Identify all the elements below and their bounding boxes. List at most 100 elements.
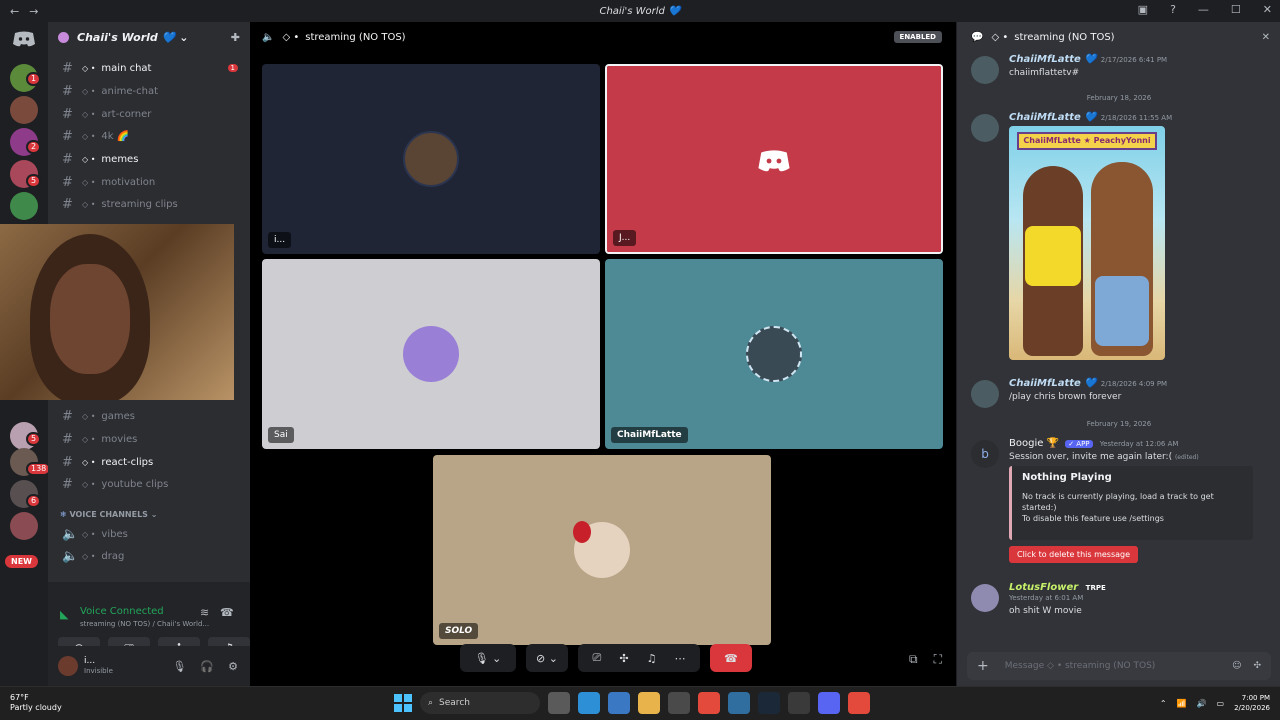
video-tile[interactable]: i... xyxy=(262,64,600,254)
avatar[interactable] xyxy=(971,380,999,408)
webcam-overlay xyxy=(0,224,234,400)
network-icon[interactable]: 📶 xyxy=(1177,699,1187,708)
disconnect-icon[interactable]: ☎ xyxy=(220,606,234,619)
chat-channel-name: streaming (NO TOS) xyxy=(1014,31,1115,43)
server-icon[interactable] xyxy=(10,512,38,540)
apps-icon[interactable]: ✣ xyxy=(1253,661,1261,671)
settings-gear-icon[interactable]: ⚙ xyxy=(228,660,238,673)
app-icon[interactable] xyxy=(788,692,810,714)
author-name[interactable]: LotusFlower xyxy=(1009,582,1078,593)
edge-icon[interactable] xyxy=(578,692,600,714)
mute-button[interactable]: 🎙 ⌄ xyxy=(460,644,516,672)
discord-icon[interactable] xyxy=(818,692,840,714)
clock-time: 7:00 PM xyxy=(1241,694,1270,702)
channel-label: vibes xyxy=(101,528,128,540)
windows-start-icon[interactable] xyxy=(394,694,412,712)
channel-memes[interactable]: # ◇ • memes xyxy=(56,149,246,169)
timestamp: 2/18/2026 4:09 PM xyxy=(1100,380,1168,388)
weather-widget[interactable]: 67°F Partly cloudy xyxy=(10,693,62,713)
add-attachment-icon[interactable]: + xyxy=(977,658,989,674)
close-icon[interactable]: ✕ xyxy=(1262,32,1270,43)
maximize-icon[interactable]: ☐ xyxy=(1231,3,1241,16)
help-icon[interactable]: ? xyxy=(1170,3,1176,16)
channel-streaming-clips[interactable]: # ◇ • streaming clips xyxy=(56,194,246,214)
video-tile-active[interactable]: J... xyxy=(605,64,943,254)
channel-main-chat[interactable]: # ◇ • main chat 1 xyxy=(56,58,246,78)
emoji-icon[interactable]: ☺ xyxy=(1232,661,1241,671)
inbox-icon[interactable]: ▣ xyxy=(1138,3,1148,16)
message[interactable]: ChaiiMfLatte 💙 2/18/2026 4:09 PM /play ch… xyxy=(971,378,1271,408)
fullscreen-icon[interactable]: ⛶ xyxy=(934,652,942,667)
clock[interactable]: 7:00 PM 2/20/2026 xyxy=(1234,693,1270,713)
screen-share-icon[interactable]: ⎚ xyxy=(593,651,602,665)
user-panel[interactable]: i... Invisible 🎙 🎧 ⚙ xyxy=(48,646,250,686)
author-name[interactable]: Boogie 🏆 xyxy=(1009,438,1059,449)
channel-motivation[interactable]: # ◇ • motivation xyxy=(56,172,246,192)
video-tile[interactable]: SOLO xyxy=(433,455,771,645)
voice-category[interactable]: ❄ VOICE CHANNELS ⌄ xyxy=(60,510,157,519)
chevron-up-icon[interactable]: ⌃ xyxy=(1160,699,1167,708)
channel-movies[interactable]: # ◇ • movies xyxy=(56,429,246,449)
channel-anime-chat[interactable]: # ◇ • anime-chat xyxy=(56,81,246,101)
task-view-icon[interactable] xyxy=(548,692,570,714)
hang-up-icon: ☎ xyxy=(724,651,738,665)
voice-channel-drag[interactable]: 🔈 ◇ • drag xyxy=(56,546,246,566)
message[interactable]: ChaiiMfLatte 💙 2/17/2026 6:41 PM chaiimfl… xyxy=(971,54,1271,84)
activities-icon[interactable]: ✣ xyxy=(619,652,628,665)
chrome-icon[interactable] xyxy=(848,692,870,714)
channel-4k[interactable]: # ◇ • 4k 🌈 xyxy=(56,126,246,146)
video-tile[interactable]: ChaiiMfLatte xyxy=(605,259,943,449)
volume-icon[interactable]: 🔊 xyxy=(1197,699,1207,708)
avatar[interactable] xyxy=(58,656,78,676)
timestamp: Yesterday at 12:06 AM xyxy=(1099,440,1179,448)
avatar[interactable] xyxy=(971,114,999,142)
battery-icon[interactable]: ▭ xyxy=(1217,699,1225,708)
soundboard-icon[interactable]: ♫ xyxy=(647,652,657,665)
channel-react-clips[interactable]: # ◇ • react-clips xyxy=(56,452,246,472)
bot-avatar[interactable]: b xyxy=(971,440,999,468)
voice-stage: 🔈 ◇ • streaming (NO TOS) ENABLED i... J.… xyxy=(250,22,956,686)
taskbar-search[interactable]: ⌕ Search xyxy=(420,692,540,714)
image-attachment[interactable]: ChaiiMfLatte ★ PeachyYonni xyxy=(1009,126,1165,360)
store-icon[interactable] xyxy=(608,692,630,714)
noise-suppression-icon[interactable]: ≋ xyxy=(200,606,209,619)
channel-games[interactable]: # ◇ • games xyxy=(56,406,246,426)
message-placeholder: Message ◇ • streaming (NO TOS) xyxy=(1004,661,1156,671)
headphones-icon[interactable]: 🎧 xyxy=(200,660,214,673)
popout-icon[interactable]: ⧉ xyxy=(909,652,918,667)
server-icon[interactable] xyxy=(10,192,38,220)
avatar[interactable] xyxy=(971,584,999,612)
chrome-icon[interactable] xyxy=(698,692,720,714)
voice-channel-vibes[interactable]: 🔈 ◇ • vibes xyxy=(56,524,246,544)
server-icon[interactable] xyxy=(10,96,38,124)
delete-message-button[interactable]: Click to delete this message xyxy=(1009,546,1139,563)
author-name[interactable]: ChaiiMfLatte 💙 xyxy=(1009,112,1097,123)
guild-icon xyxy=(58,31,69,43)
microphone-icon[interactable]: 🎙 xyxy=(172,660,186,673)
video-tile[interactable]: Sai xyxy=(262,259,600,449)
author-name[interactable]: ChaiiMfLatte 💙 xyxy=(1009,378,1097,389)
message[interactable]: LotusFlower TRPE Yesterday at 6:01 AM oh… xyxy=(971,582,1271,616)
steam-icon[interactable] xyxy=(758,692,780,714)
channel-youtube-clips[interactable]: # ◇ • youtube clips xyxy=(56,474,246,494)
channel-art-corner[interactable]: # ◇ • art-corner xyxy=(56,104,246,124)
close-window-icon[interactable]: ✕ xyxy=(1263,3,1272,16)
enabled-badge[interactable]: ENABLED xyxy=(893,31,942,43)
app-icon[interactable] xyxy=(728,692,750,714)
text-chat-panel: 💬 ◇ • streaming (NO TOS) ✕ ChaiiMfLatte … xyxy=(956,22,1280,686)
new-badge[interactable]: NEW xyxy=(5,555,38,568)
more-icon[interactable]: ⋯ xyxy=(674,652,685,665)
message-input[interactable]: + Message ◇ • streaming (NO TOS) ☺ ✣ xyxy=(967,652,1271,680)
minimize-icon[interactable]: — xyxy=(1198,3,1209,16)
app-icon[interactable] xyxy=(668,692,690,714)
leave-call-button[interactable]: ☎ xyxy=(710,644,752,672)
guild-header[interactable]: Chaii's World 💙 ⌄ ✚ xyxy=(48,22,250,52)
add-member-icon[interactable]: ✚ xyxy=(231,31,240,44)
camera-button[interactable]: ⊘ ⌄ xyxy=(526,644,568,672)
voice-location[interactable]: streaming (NO TOS) / Chaii's World... xyxy=(80,620,209,628)
author-name[interactable]: ChaiiMfLatte 💙 xyxy=(1009,54,1097,65)
discord-home-icon[interactable] xyxy=(12,30,36,48)
message-text: oh shit W movie xyxy=(1009,606,1082,616)
file-explorer-icon[interactable] xyxy=(638,692,660,714)
avatar[interactable] xyxy=(971,56,999,84)
